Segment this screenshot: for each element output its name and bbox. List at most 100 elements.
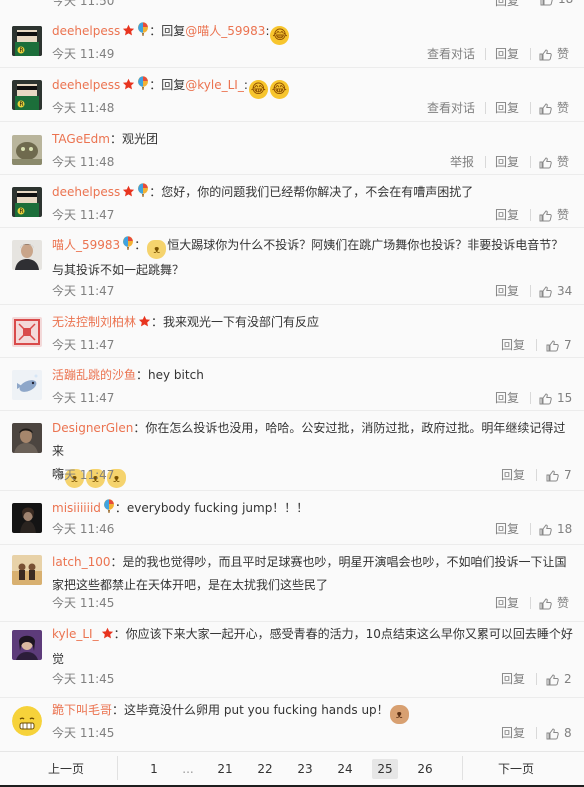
reply-link[interactable]: 回复 <box>501 724 525 742</box>
avatar[interactable] <box>12 423 42 453</box>
username-link[interactable]: latch_100 <box>52 555 111 569</box>
thumb-up-icon <box>539 286 552 298</box>
comment-text: TAGeEdm：观光团 <box>52 132 158 146</box>
comment-time: 今天 11:48 <box>52 101 115 115</box>
reply-link[interactable]: 回复 <box>495 45 519 63</box>
like-button[interactable]: 18 <box>539 520 572 538</box>
like-button[interactable]: 7 <box>546 466 572 484</box>
thumb-up-icon <box>540 0 553 6</box>
username-link[interactable]: 跪下叫毛哥 <box>52 703 112 717</box>
avatar[interactable] <box>12 317 42 347</box>
cat-emoji-icon: ᴥ <box>147 240 167 259</box>
partial-comment-meta: 今天 11:50 回复 18 <box>0 0 584 8</box>
balloon-badge-icon <box>137 76 149 99</box>
balloon-badge-icon <box>103 499 115 522</box>
like-button[interactable]: 赞 <box>539 153 569 171</box>
comment-time: 今天 11:50 <box>52 0 115 8</box>
comment-text: deehelpess ：回复@kyle_LI_: 😂 😂 <box>52 76 289 99</box>
avatar[interactable]: R <box>12 26 42 56</box>
thumb-up-icon <box>546 728 559 740</box>
laughing-emoji-icon: 😂 <box>269 80 289 99</box>
username-link[interactable]: deehelpess <box>52 24 120 38</box>
username-link[interactable]: kyle_LI_ <box>52 627 99 641</box>
reply-link[interactable]: 回复 <box>495 206 519 224</box>
reply-link[interactable]: 回复 <box>501 466 525 484</box>
like-button[interactable]: 赞 <box>539 45 569 63</box>
reply-link[interactable]: 回复 <box>495 594 519 612</box>
page-24-link[interactable]: 24 <box>332 759 358 779</box>
thumb-up-icon <box>539 598 552 610</box>
svg-text:R: R <box>19 47 23 54</box>
comment-item: 无法控制刘柏林 ：我来观光一下有没部门有反应 今天 11:47 回复 7 <box>0 305 584 358</box>
comment-item: 活蹦乱跳的沙鱼：hey bitch 今天 11:47 回复 15 <box>0 358 584 411</box>
username-link[interactable]: deehelpess <box>52 185 120 199</box>
username-link[interactable]: 活蹦乱跳的沙鱼 <box>52 368 136 382</box>
like-button[interactable]: 15 <box>539 389 572 407</box>
comment-meta: 今天 11:47 回复 34 <box>52 282 574 300</box>
like-button[interactable]: 赞 <box>539 206 569 224</box>
avatar[interactable] <box>12 706 42 736</box>
comment-meta: 今天 11:45 回复 赞 <box>52 594 574 612</box>
reply-link[interactable]: 回复 <box>495 282 519 300</box>
avatar[interactable] <box>12 503 42 533</box>
balloon-badge-icon <box>122 236 134 259</box>
reply-link[interactable]: 回复 <box>501 670 525 688</box>
avatar[interactable]: R <box>12 187 42 217</box>
username-link[interactable]: DesignerGlen <box>52 421 133 435</box>
mention-link[interactable]: @喵人_59983 <box>185 24 265 38</box>
like-button[interactable]: 7 <box>546 336 572 354</box>
reply-link[interactable]: 回复 <box>501 336 525 354</box>
view-conversation-link[interactable]: 查看对话 <box>427 99 475 117</box>
avatar[interactable] <box>12 135 42 165</box>
like-label: 赞 <box>557 596 570 610</box>
reply-link[interactable]: 回复 <box>495 99 519 117</box>
comment-item: TAGeEdm：观光团 今天 11:48 举报 回复 赞 <box>0 122 584 175</box>
reply-link[interactable]: 回复 <box>495 0 519 9</box>
username-link[interactable]: 无法控制刘柏林 <box>52 315 136 329</box>
report-link[interactable]: 举报 <box>450 153 474 171</box>
like-button[interactable]: 赞 <box>539 594 569 612</box>
dog-emoji-icon: ᴥ <box>389 705 409 724</box>
like-count: 8 <box>564 726 572 740</box>
comment-item: 跪下叫毛哥：这毕竟没什么卵用 put you fucking hands up！… <box>0 698 584 751</box>
thumb-up-icon <box>546 674 559 686</box>
mention-link[interactable]: @kyle_LI_ <box>185 78 244 92</box>
comment-meta: 今天 11:47 回复 7 <box>52 336 574 354</box>
prev-page-button[interactable]: 上一页 <box>36 759 96 779</box>
like-button[interactable]: 18 <box>540 0 573 6</box>
reply-link[interactable]: 回复 <box>495 520 519 538</box>
page-22-link[interactable]: 22 <box>252 759 278 779</box>
comment-text: deehelpess ：回复@喵人_59983: 😂 <box>52 22 290 45</box>
username-link[interactable]: misiiiiiid <box>52 501 101 515</box>
avatar[interactable]: R <box>12 80 42 110</box>
comment-time: 今天 11:47 <box>52 284 115 298</box>
avatar[interactable] <box>12 370 42 400</box>
thumb-up-icon <box>546 470 559 482</box>
view-conversation-link[interactable]: 查看对话 <box>427 45 475 63</box>
like-button[interactable]: 34 <box>539 282 572 300</box>
avatar[interactable] <box>12 630 42 660</box>
reply-link[interactable]: 回复 <box>495 153 519 171</box>
like-button[interactable]: 2 <box>546 670 572 688</box>
page-1-link[interactable]: 1 <box>144 759 164 779</box>
username-link[interactable]: TAGeEdm <box>52 132 110 146</box>
like-label: 赞 <box>557 101 570 115</box>
avatar[interactable] <box>12 555 42 585</box>
page-26-link[interactable]: 26 <box>412 759 438 779</box>
comment-meta: 今天 11:48 查看对话 回复 赞 <box>52 99 574 117</box>
like-button[interactable]: 8 <box>546 724 572 742</box>
svg-text:R: R <box>19 101 23 108</box>
avatar[interactable] <box>12 240 42 270</box>
like-button[interactable]: 赞 <box>539 99 569 117</box>
pagination: 上一页 1 ... 21 22 23 24 25 26 下一页 <box>0 751 584 785</box>
page-23-link[interactable]: 23 <box>292 759 318 779</box>
page-21-link[interactable]: 21 <box>212 759 238 779</box>
comment-item: kyle_LI_ ：你应该下来大家一起开心，感受青春的活力，10点结束这么早你又累… <box>0 622 584 698</box>
username-link[interactable]: deehelpess <box>52 78 120 92</box>
next-page-button[interactable]: 下一页 <box>486 759 546 779</box>
page-25-current[interactable]: 25 <box>372 759 398 779</box>
balloon-badge-icon <box>137 22 149 45</box>
username-link[interactable]: 喵人_59983 <box>52 238 120 252</box>
reply-link[interactable]: 回复 <box>495 389 519 407</box>
comment-text: 活蹦乱跳的沙鱼：hey bitch <box>52 368 204 382</box>
